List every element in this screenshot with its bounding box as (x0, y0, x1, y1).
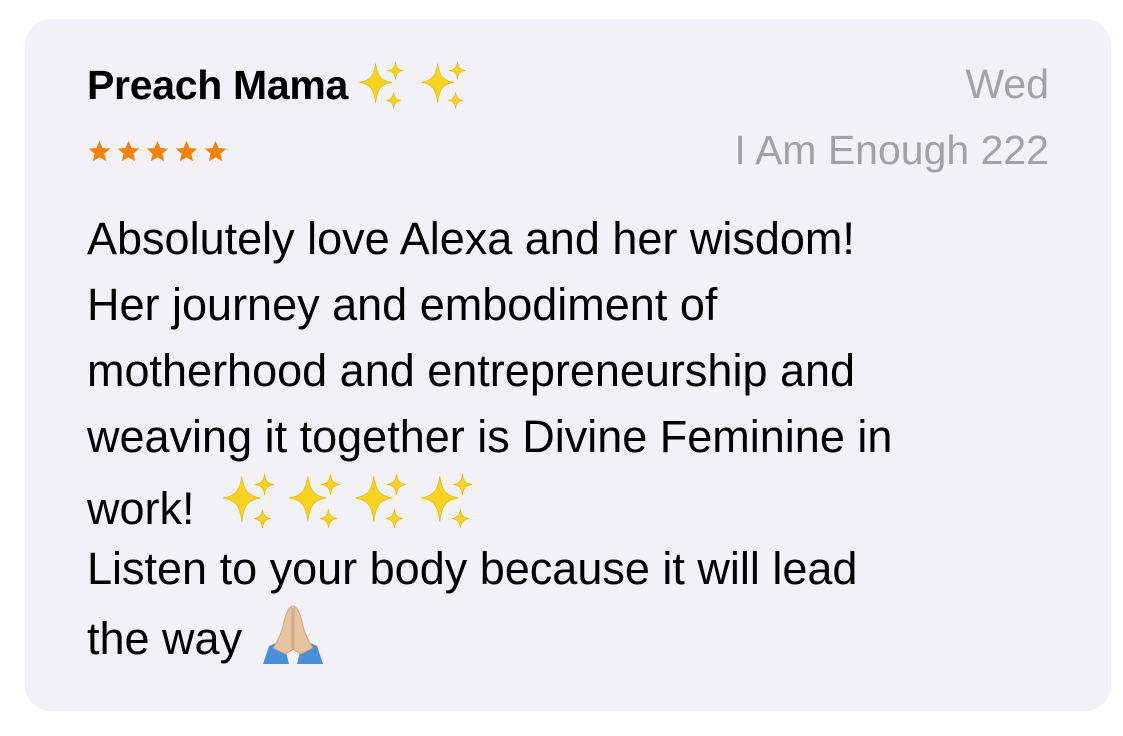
star-icon (204, 140, 227, 162)
review-date: Wed (965, 61, 1049, 107)
star-icon (117, 140, 140, 162)
review-body-line: motherhood and entrepreneurship and (87, 338, 1047, 404)
star-rating (87, 139, 228, 164)
review-body-text: work! (87, 483, 195, 534)
sparkles-icon (223, 474, 274, 528)
sparkles-icon (421, 61, 466, 109)
review-body-text: Listen to your body because it will lead (87, 543, 858, 594)
review-title-row: Preach Mama (87, 57, 470, 113)
review-body-line: work! (87, 470, 1047, 536)
review-body: Absolutely love Alexa and her wisdom! He… (87, 206, 1047, 668)
review-body-line: weaving it together is Divine Feminine i… (87, 404, 1047, 470)
review-body-line: Her journey and embodiment of (87, 272, 1047, 338)
review-body-text: Her journey and embodiment of (87, 279, 718, 330)
sparkles-icon (355, 474, 406, 528)
review-body-line: Absolutely love Alexa and her wisdom! (87, 206, 1047, 272)
review-body-text: Absolutely love Alexa and her wisdom! (87, 213, 855, 264)
star-icon (175, 140, 198, 162)
sparkles-icon (289, 474, 340, 528)
sparkles-icon (359, 61, 404, 109)
review-body-text: weaving it together is Divine Feminine i… (87, 411, 893, 462)
review-body-text: the way (87, 613, 243, 664)
review-body-line: Listen to your body because it will lead (87, 536, 1047, 602)
star-icon (146, 140, 169, 162)
sparkles-icon (421, 474, 472, 528)
review-title: Preach Mama (87, 61, 349, 108)
review-card: Preach Mama Wed I Am Enough 222 Absolute… (25, 19, 1111, 711)
folded-hands-icon (262, 605, 323, 664)
review-body-text: motherhood and entrepreneurship and (87, 345, 856, 396)
title-emoji-group (354, 58, 470, 112)
review-body-line: the way (87, 602, 1047, 668)
review-author: I Am Enough 222 (734, 127, 1049, 173)
star-icon (88, 140, 111, 162)
